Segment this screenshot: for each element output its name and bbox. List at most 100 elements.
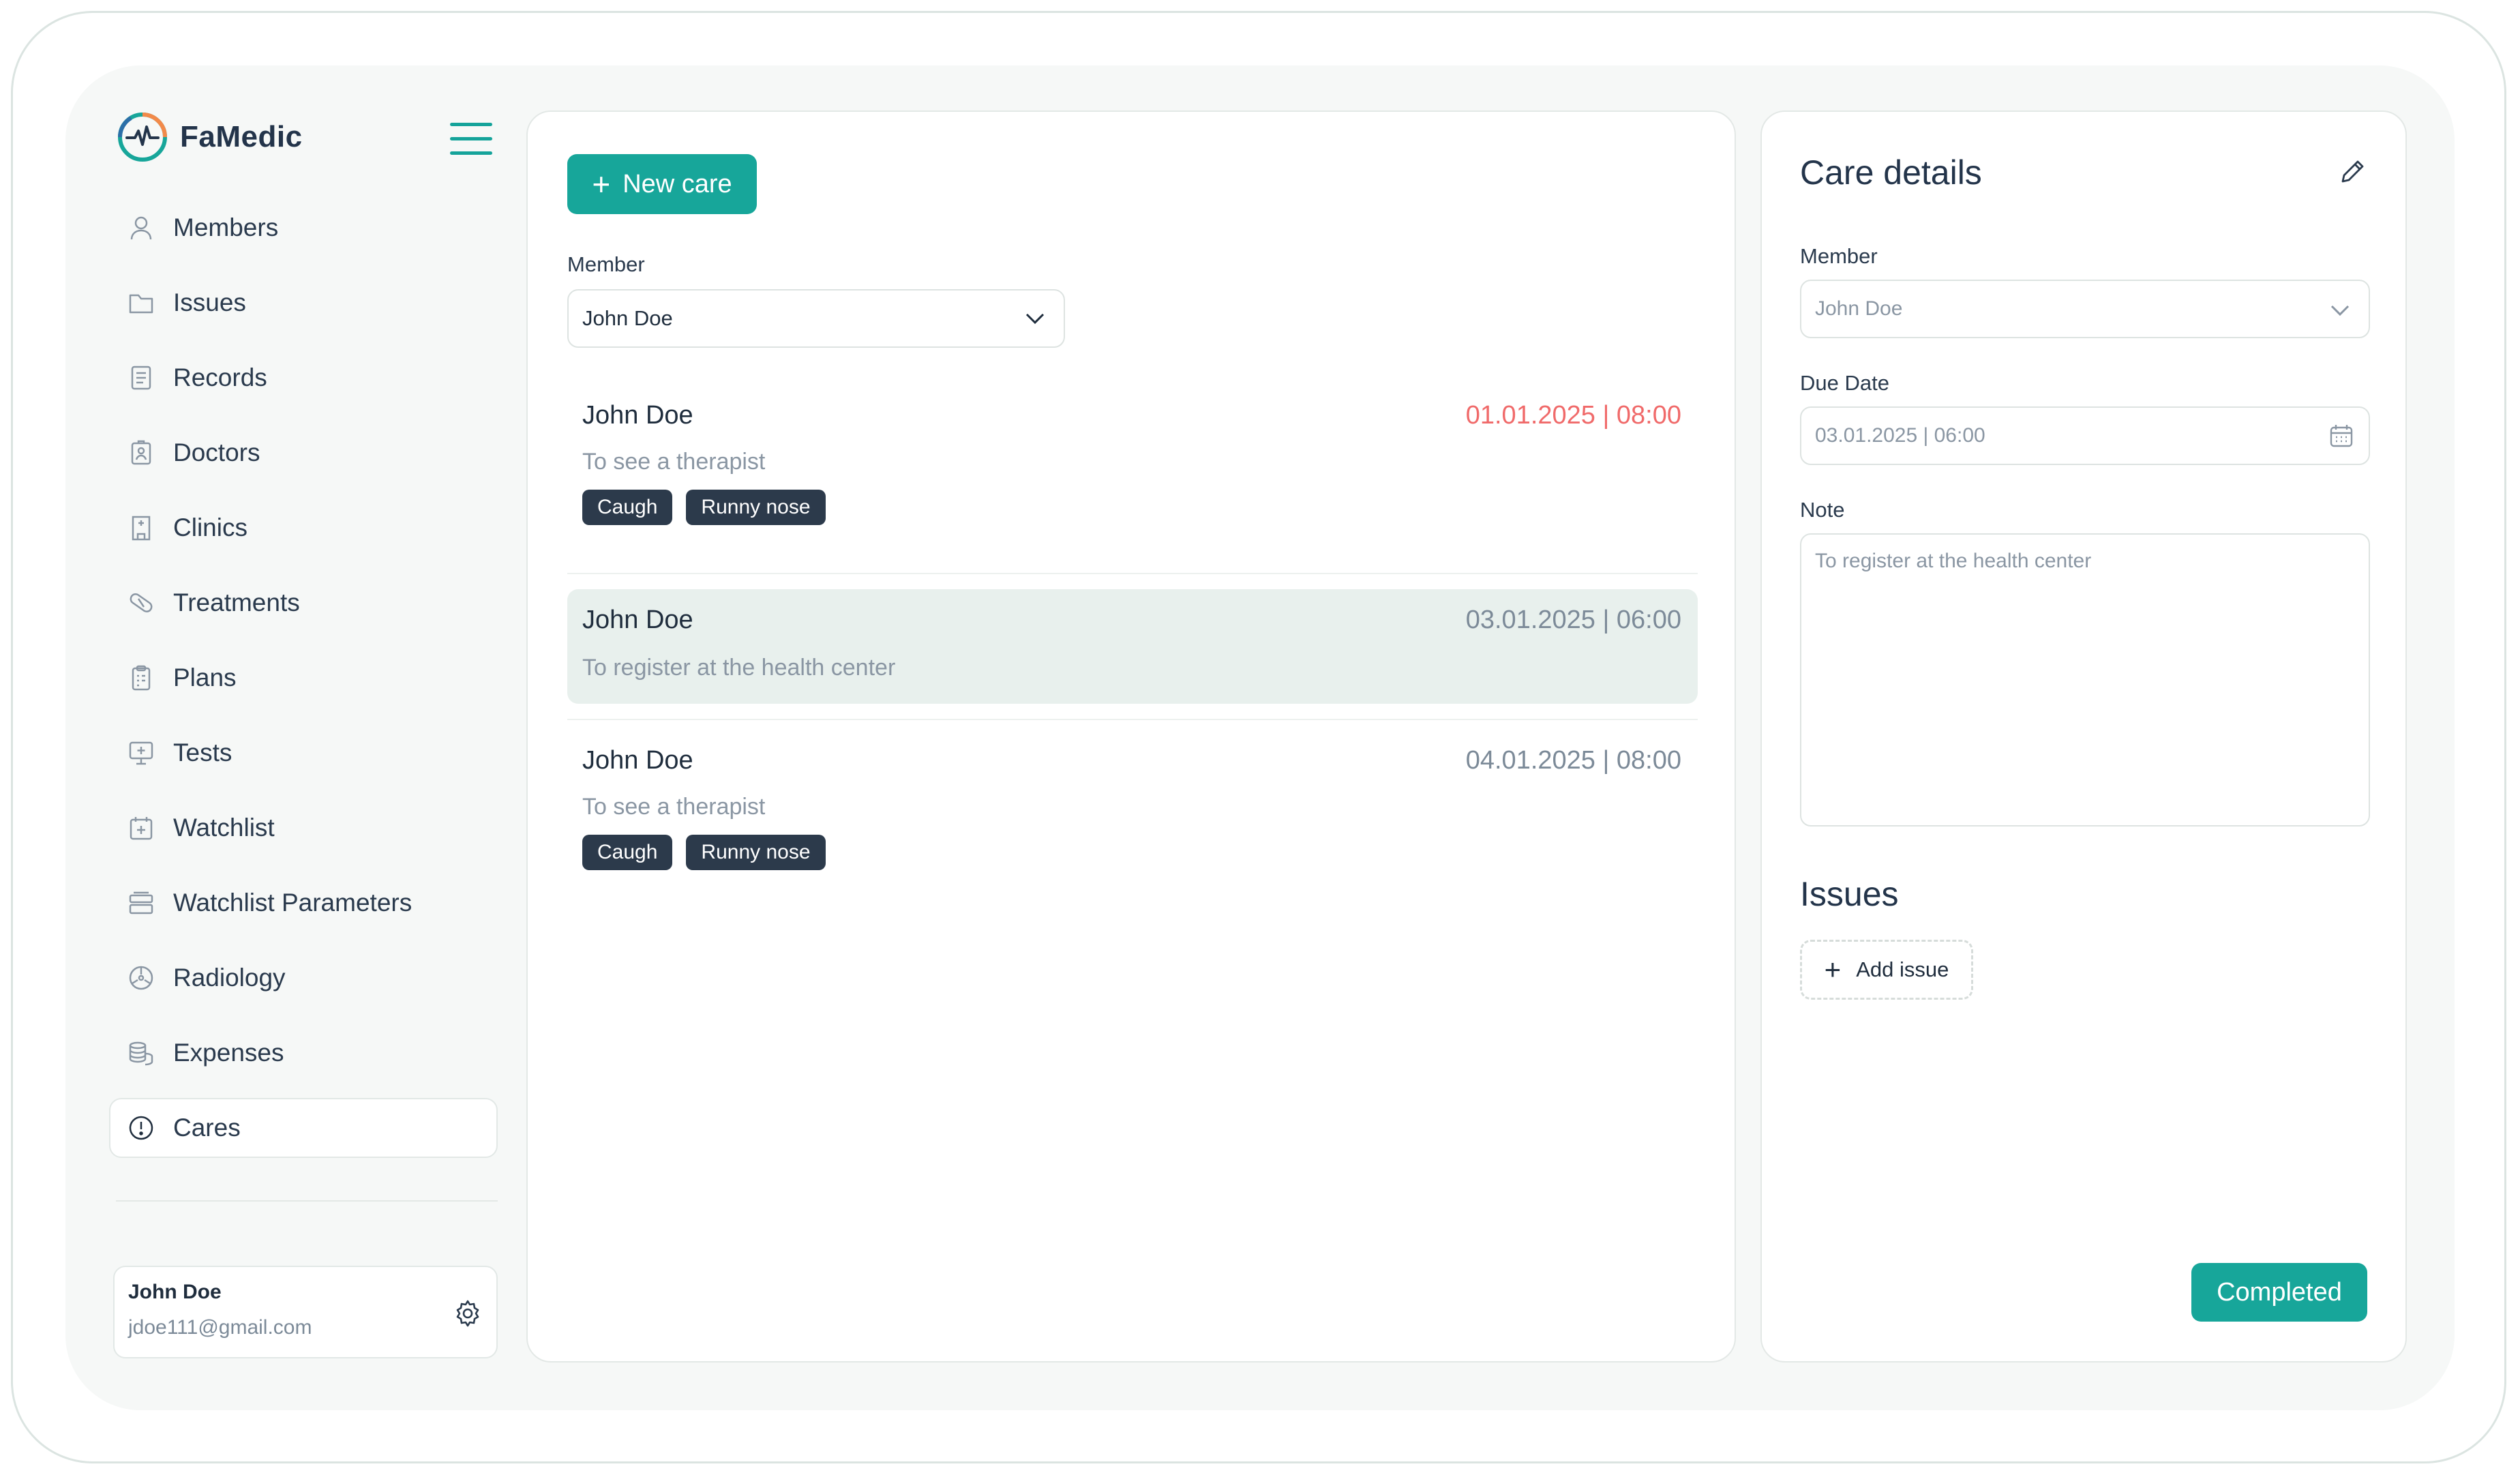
chevron-down-icon bbox=[1025, 313, 1045, 325]
sidebar-item-plans[interactable]: Plans bbox=[109, 648, 498, 708]
member-filter-label: Member bbox=[567, 252, 645, 276]
note-textarea[interactable]: To register at the health center bbox=[1800, 533, 2370, 827]
sidebar-item-clinics[interactable]: Clinics bbox=[109, 498, 498, 558]
radiation-icon bbox=[129, 966, 153, 990]
due-date-input[interactable]: 03.01.2025 | 06:00 bbox=[1800, 406, 2370, 465]
monitor-plus-icon bbox=[129, 741, 153, 765]
note-label: Note bbox=[1800, 498, 1845, 522]
care-item[interactable]: John Doe 01.01.2025 | 08:00 To see a the… bbox=[567, 387, 1698, 531]
pencil-icon[interactable] bbox=[2337, 157, 2367, 187]
care-due-date: 04.01.2025 | 08:00 bbox=[1465, 746, 1681, 775]
coins-icon bbox=[129, 1041, 153, 1066]
user-card[interactable]: John Doe jdoe111@gmail.com bbox=[113, 1266, 498, 1358]
member-filter-value: John Doe bbox=[582, 306, 673, 330]
care-member-name: John Doe bbox=[582, 746, 693, 775]
add-issue-button[interactable]: + Add issue bbox=[1800, 940, 1973, 1000]
hospital-icon bbox=[132, 516, 151, 541]
gear-icon[interactable] bbox=[453, 1298, 483, 1328]
add-issue-label: Add issue bbox=[1856, 957, 1949, 981]
sidebar-item-label: Clinics bbox=[173, 514, 247, 541]
sidebar-item-label: Watchlist bbox=[173, 814, 275, 842]
user-name: John Doe bbox=[128, 1281, 222, 1303]
care-tags: Caugh Runny nose bbox=[582, 835, 826, 870]
sidebar-item-treatments[interactable]: Treatments bbox=[109, 573, 498, 633]
clipboard-icon bbox=[132, 665, 151, 691]
sidebar-item-label: Cares bbox=[173, 1114, 241, 1142]
issue-tag: Runny nose bbox=[686, 835, 826, 870]
alert-circle-icon bbox=[129, 1116, 153, 1140]
user-email: jdoe111@gmail.com bbox=[128, 1316, 312, 1339]
care-details-title: Care details bbox=[1800, 153, 1982, 192]
stack-icon bbox=[129, 891, 153, 914]
calendar-plus-icon bbox=[130, 817, 153, 840]
hamburger-line bbox=[450, 137, 492, 140]
sidebar-item-members[interactable]: Members bbox=[109, 198, 498, 258]
cares-list-panel: + New care Member John Doe John Doe 01.0… bbox=[526, 110, 1736, 1363]
completed-button[interactable]: Completed bbox=[2191, 1263, 2367, 1322]
member-label: Member bbox=[1800, 244, 1878, 268]
sidebar-item-label: Plans bbox=[173, 664, 237, 691]
care-details-panel: Care details Member John Doe Due Date 03… bbox=[1760, 110, 2407, 1363]
sidebar-item-cares[interactable]: Cares bbox=[109, 1098, 498, 1158]
logo-mark-icon bbox=[118, 113, 167, 162]
sidebar-item-tests[interactable]: Tests bbox=[109, 723, 498, 783]
chevron-down-icon bbox=[2330, 305, 2350, 316]
care-due-date: 01.01.2025 | 08:00 bbox=[1465, 401, 1681, 430]
care-tags: Caugh Runny nose bbox=[582, 490, 826, 525]
member-select[interactable]: John Doe bbox=[1800, 280, 2370, 338]
member-filter-select[interactable]: John Doe bbox=[567, 289, 1065, 348]
sidebar-item-watchlist[interactable]: Watchlist bbox=[109, 798, 498, 858]
due-date-label: Due Date bbox=[1800, 371, 1889, 395]
sidebar-item-issues[interactable]: Issues bbox=[109, 273, 498, 333]
calendar-icon[interactable] bbox=[2328, 422, 2355, 449]
hamburger-icon bbox=[450, 123, 492, 126]
sidebar-item-label: Records bbox=[173, 363, 267, 391]
sidebar-item-radiology[interactable]: Radiology bbox=[109, 948, 498, 1008]
sidebar: FaMedic Members Issues Records Doctors C… bbox=[109, 109, 498, 1364]
note-value: To register at the health center bbox=[1815, 550, 2092, 572]
new-care-label: New care bbox=[622, 169, 732, 198]
sidebar-item-doctors[interactable]: Doctors bbox=[109, 423, 498, 483]
issue-tag: Caugh bbox=[582, 490, 673, 525]
sidebar-item-label: Radiology bbox=[173, 964, 286, 992]
app-name: FaMedic bbox=[180, 120, 303, 153]
due-date-value: 03.01.2025 | 06:00 bbox=[1815, 424, 1985, 447]
plus-icon: + bbox=[592, 166, 611, 202]
care-due-date: 03.01.2025 | 06:00 bbox=[1465, 606, 1681, 634]
care-member-name: John Doe bbox=[582, 401, 693, 430]
issue-tag: Runny nose bbox=[686, 490, 826, 525]
sidebar-item-expenses[interactable]: Expenses bbox=[109, 1023, 498, 1083]
list-divider bbox=[567, 719, 1698, 720]
document-icon bbox=[131, 366, 151, 390]
sidebar-item-label: Watchlist Parameters bbox=[173, 889, 412, 917]
folder-icon bbox=[129, 294, 153, 314]
issues-title: Issues bbox=[1800, 875, 1899, 913]
care-description: To see a therapist bbox=[582, 449, 766, 475]
sidebar-item-label: Expenses bbox=[173, 1039, 284, 1067]
menu-toggle-button[interactable] bbox=[450, 123, 492, 155]
list-divider bbox=[567, 573, 1698, 574]
member-value: John Doe bbox=[1815, 297, 1903, 320]
plus-icon: + bbox=[1824, 953, 1842, 985]
care-member-name: John Doe bbox=[582, 606, 693, 634]
doctor-badge-icon bbox=[131, 440, 151, 465]
issue-tag: Caugh bbox=[582, 835, 673, 870]
care-item[interactable]: John Doe 04.01.2025 | 08:00 To see a the… bbox=[567, 732, 1698, 876]
care-description: To register at the health center bbox=[582, 655, 896, 681]
sidebar-item-records[interactable]: Records bbox=[109, 348, 498, 408]
sidebar-item-label: Treatments bbox=[173, 589, 300, 616]
sidebar-item-watchlist-parameters[interactable]: Watchlist Parameters bbox=[109, 873, 498, 933]
sidebar-nav: Members Issues Records Doctors Clinics T… bbox=[109, 198, 498, 1173]
new-care-button[interactable]: + New care bbox=[567, 154, 757, 214]
care-description: To see a therapist bbox=[582, 794, 766, 820]
sidebar-divider bbox=[116, 1200, 498, 1202]
hamburger-line bbox=[450, 151, 492, 155]
user-icon bbox=[130, 216, 152, 240]
care-item-selected[interactable]: John Doe 03.01.2025 | 06:00 To register … bbox=[567, 589, 1698, 704]
app-logo[interactable]: FaMedic bbox=[117, 112, 303, 162]
sidebar-item-label: Members bbox=[173, 213, 279, 241]
sidebar-item-label: Issues bbox=[173, 288, 246, 316]
sidebar-item-label: Doctors bbox=[173, 438, 260, 466]
pill-icon bbox=[130, 593, 153, 612]
sidebar-item-label: Tests bbox=[173, 739, 232, 767]
